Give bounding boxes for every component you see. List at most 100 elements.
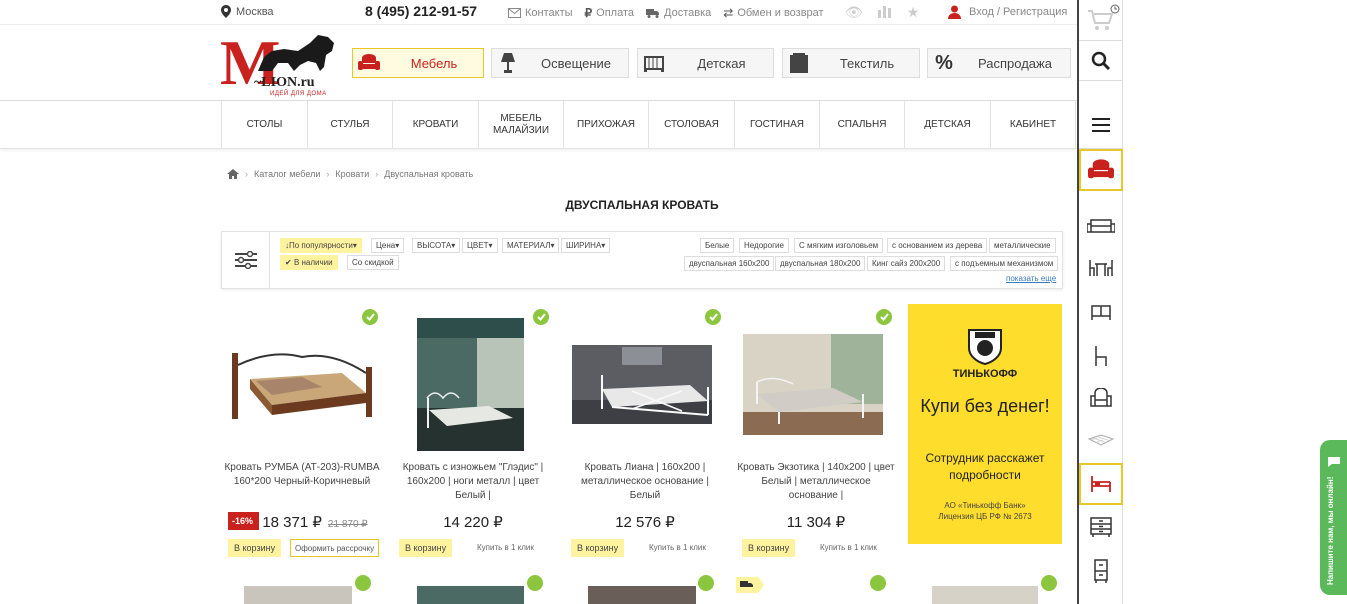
sofa-icon [1087, 219, 1115, 233]
tag-wood-base[interactable]: с основанием из дерева [887, 238, 988, 253]
product-image[interactable] [743, 334, 883, 435]
filter-width[interactable]: ШИРИНА ▾ [561, 238, 611, 253]
filter-material[interactable]: МАТЕРИАЛ ▾ [502, 238, 560, 253]
installment-button[interactable]: Оформить рассрочку [290, 539, 380, 557]
exchange-icon: ⇄ [723, 6, 734, 20]
home-icon[interactable] [227, 169, 239, 179]
tag-180x200[interactable]: двуспальная 180х200 [775, 256, 866, 271]
sidebar-item-cabinets[interactable] [1079, 292, 1123, 332]
sidebar-item-furniture[interactable] [1079, 149, 1123, 191]
check-icon [362, 309, 378, 325]
product-card[interactable]: Кровать Экзотика | 140х200 | цвет Белый … [736, 305, 896, 570]
sort-dropdown[interactable]: ↓ По популярности ▾ [280, 238, 362, 253]
tag-160x200[interactable]: двуспальная 160х200 [684, 256, 775, 271]
add-to-cart-button[interactable]: В корзину [399, 539, 453, 557]
ruble-icon: ₽ [584, 6, 593, 20]
filter-height[interactable]: ВЫСОТА ▾ [412, 238, 461, 253]
nav-item-bedroom[interactable]: Спальня [820, 101, 905, 149]
sidebar-item-dining[interactable] [1079, 248, 1123, 288]
contacts-link[interactable]: Контакты [508, 6, 573, 20]
product-image[interactable] [232, 343, 372, 421]
sidebar-item-chairs[interactable] [1079, 336, 1123, 376]
category-textile[interactable]: Текстиль [782, 48, 920, 78]
tag-metal[interactable]: металлические [989, 238, 1056, 253]
tag-king-size[interactable]: Кинг сайз 200х200 [867, 256, 946, 271]
nav-item-office[interactable]: Кабинет [991, 101, 1076, 149]
cart-button[interactable] [1079, 0, 1123, 41]
mail-icon [508, 8, 521, 18]
breadcrumb-beds[interactable]: Кровати [335, 169, 369, 179]
sidebar-item-wardrobes[interactable] [1079, 550, 1123, 592]
add-to-cart-button[interactable]: В корзину [228, 539, 282, 557]
nav-item-tables[interactable]: Столы [222, 101, 308, 149]
product-image[interactable] [417, 318, 524, 451]
product-image[interactable] [417, 586, 524, 604]
tinkoff-banner[interactable]: ТИНЬКОФФ Купи без денег! Сотрудник расск… [908, 304, 1062, 544]
nav-item-chairs[interactable]: Стулья [308, 101, 393, 149]
product-card[interactable]: Кровать с изножьем "Глэдис" | 160х200 | … [393, 305, 553, 570]
filter-toggle[interactable] [222, 232, 270, 288]
product-image[interactable] [572, 345, 712, 424]
site-logo[interactable]: M ~LION.ru ИДЕЙ ДЛЯ ДОМА [220, 31, 342, 97]
buy-one-click-link[interactable]: Купить в 1 клик [477, 543, 534, 552]
product-card[interactable]: Кровать РУМБА (АТ-203)-RUMBA 160*200 Чер… [222, 305, 382, 570]
login-link[interactable]: Вход / Регистрация [948, 5, 1067, 19]
tag-lift-mechanism[interactable]: с подъемным механизмом [950, 256, 1059, 271]
add-to-cart-button[interactable]: В корзину [742, 539, 796, 557]
product-price: 18 371 ₽21 870 ₽ [262, 514, 368, 531]
delivery-link[interactable]: Доставка [646, 6, 711, 20]
category-furniture[interactable]: Мебель [352, 48, 484, 78]
product-name[interactable]: Кровать Экзотика | 140х200 | цвет Белый … [736, 461, 896, 503]
eye-icon[interactable]: 👁 [845, 4, 863, 21]
category-kids[interactable]: Детская [637, 48, 774, 78]
add-to-cart-button[interactable]: В корзину [571, 539, 625, 557]
category-lighting[interactable]: Освещение [491, 48, 629, 78]
show-more-link[interactable]: показать еще [1006, 274, 1056, 283]
nav-item-beds[interactable]: Кровати [393, 101, 479, 149]
sidebar-item-dressers[interactable] [1079, 507, 1123, 547]
product-image[interactable] [588, 586, 696, 604]
search-button[interactable] [1079, 41, 1123, 81]
exchange-link[interactable]: ⇄ Обмен и возврат [723, 6, 823, 20]
product-name[interactable]: Кровать РУМБА (АТ-203)-RUMBA 160*200 Чер… [222, 461, 382, 489]
buy-one-click-link[interactable]: Купить в 1 клик [649, 543, 706, 552]
nav-item-living[interactable]: Гостиная [735, 101, 820, 149]
nav-item-malaysia[interactable]: Мебель Малайзии [479, 101, 564, 149]
city-selector[interactable]: Москва [221, 5, 274, 18]
nav-item-dining[interactable]: Столовая [649, 101, 735, 149]
filter-icon [234, 251, 257, 269]
tag-soft-headboard[interactable]: С мягким изголовьем [794, 238, 884, 253]
product-image[interactable] [244, 586, 352, 604]
sidebar-item-sofas[interactable] [1079, 205, 1123, 245]
product-image[interactable] [932, 586, 1038, 604]
filter-in-stock[interactable]: ✔ В наличии [280, 255, 338, 270]
sidebar-item-mattresses[interactable] [1079, 420, 1123, 460]
percent-icon: % [935, 51, 953, 74]
check-icon [870, 575, 886, 591]
sidebar-item-armchairs[interactable] [1079, 378, 1123, 418]
buy-one-click-link[interactable]: Купить в 1 клик [820, 543, 877, 552]
filter-color[interactable]: ЦВЕТ ▾ [462, 238, 498, 253]
online-chat-button[interactable]: Напишите нам, мы онлайн! [1320, 440, 1347, 595]
filter-discount[interactable]: Со скидкой [347, 255, 399, 270]
chart-icon[interactable] [877, 4, 893, 18]
product-name[interactable]: Кровать с изножьем "Глэдис" | 160х200 | … [393, 461, 553, 503]
payment-link[interactable]: ₽ Оплата [585, 6, 634, 20]
nav-item-hallway[interactable]: Прихожая [564, 101, 649, 149]
phone-number[interactable]: 8 (495) 212-91-57 [365, 3, 477, 19]
tag-cheap[interactable]: Недорогие [739, 238, 789, 253]
breadcrumb: › Каталог мебели › Кровати › Двуспальная… [227, 169, 473, 179]
sidebar-item-beds[interactable] [1079, 463, 1123, 505]
cabinet-icon [1091, 305, 1111, 320]
tag-white[interactable]: Белые [700, 238, 735, 253]
product-name[interactable]: Кровать Лиана | 160х200 | металлическое … [565, 461, 725, 503]
chat-label: Напишите нам, мы онлайн! [1326, 476, 1335, 585]
breadcrumb-catalog[interactable]: Каталог мебели [254, 169, 320, 179]
nav-item-kids[interactable]: Детская [905, 101, 991, 149]
menu-button[interactable] [1079, 101, 1123, 149]
dresser-icon [1090, 517, 1112, 537]
filter-price[interactable]: Цена ▾ [371, 238, 405, 253]
category-sale[interactable]: % Распродажа [927, 48, 1071, 78]
star-icon[interactable]: ★ [907, 4, 920, 21]
product-card[interactable]: Кровать Лиана | 160х200 | металлическое … [565, 305, 725, 570]
